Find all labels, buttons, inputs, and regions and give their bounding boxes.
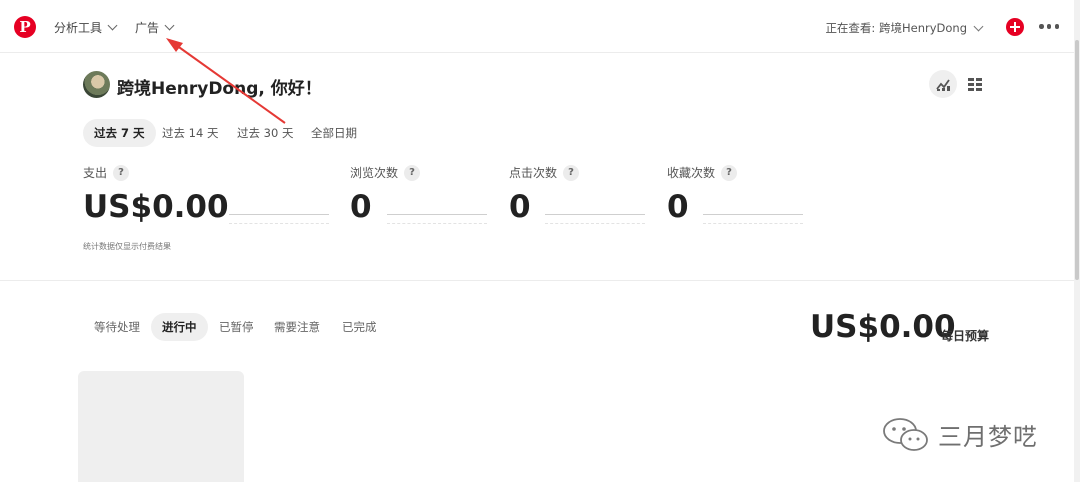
wechat-logo-icon (883, 418, 928, 451)
watermark-text: 三月梦呓 (938, 422, 1038, 451)
annotation-arrow (166, 38, 286, 124)
watermark: 三月梦呓 (880, 414, 1038, 454)
